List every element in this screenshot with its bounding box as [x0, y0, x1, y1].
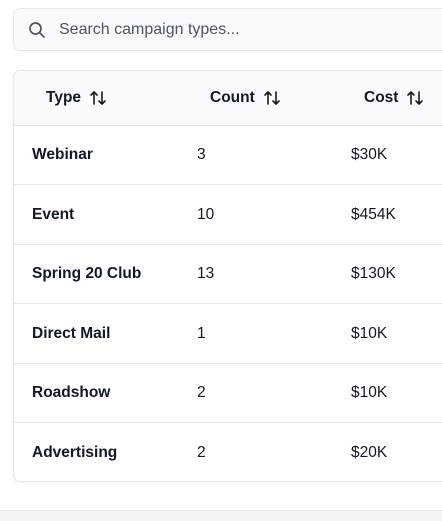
- cell-count: 13: [197, 264, 215, 282]
- table-row[interactable]: Advertising 2 $20K: [14, 423, 442, 481]
- page: Type Count Cost: [0, 0, 442, 521]
- cell-cost: $20K: [351, 443, 388, 461]
- table-header: Type Count Cost: [14, 71, 442, 126]
- sort-icon[interactable]: [406, 89, 424, 107]
- campaign-types-table: Type Count Cost Webinar 3 $30K Event 10 …: [13, 70, 442, 482]
- cell-type: Direct Mail: [32, 324, 111, 342]
- cell-count: 10: [197, 205, 215, 223]
- sort-icon[interactable]: [89, 89, 107, 107]
- column-header-label: Type: [46, 89, 82, 106]
- cell-type: Event: [32, 205, 75, 223]
- table-row[interactable]: Direct Mail 1 $10K: [14, 304, 442, 364]
- table-row[interactable]: Roadshow 2 $10K: [14, 363, 442, 423]
- cell-count: 3: [197, 145, 206, 163]
- sort-icon[interactable]: [263, 89, 281, 107]
- search-input[interactable]: [59, 9, 439, 50]
- search-icon: [29, 22, 45, 38]
- bottom-bar: [0, 510, 442, 521]
- cell-cost: $30K: [351, 145, 388, 163]
- table-row[interactable]: Webinar 3 $30K: [14, 125, 442, 185]
- table-row[interactable]: Spring 20 Club 13 $130K: [14, 244, 442, 304]
- cell-cost: $130K: [351, 264, 396, 282]
- cell-type: Webinar: [32, 145, 93, 163]
- cell-type: Advertising: [32, 443, 118, 461]
- column-header-count[interactable]: Count: [210, 71, 281, 125]
- column-header-type[interactable]: Type: [46, 71, 107, 125]
- cell-type: Spring 20 Club: [32, 264, 142, 282]
- cell-type: Roadshow: [32, 383, 111, 401]
- search-box[interactable]: [13, 8, 442, 51]
- cell-cost: $10K: [351, 324, 388, 342]
- cell-cost: $10K: [351, 383, 388, 401]
- cell-count: 2: [197, 443, 206, 461]
- cell-count: 2: [197, 383, 206, 401]
- column-header-cost[interactable]: Cost: [364, 71, 424, 125]
- table-row[interactable]: Event 10 $454K: [14, 185, 442, 245]
- cell-count: 1: [197, 324, 206, 342]
- cell-cost: $454K: [351, 205, 396, 223]
- column-header-label: Cost: [364, 89, 399, 106]
- column-header-label: Count: [210, 89, 255, 106]
